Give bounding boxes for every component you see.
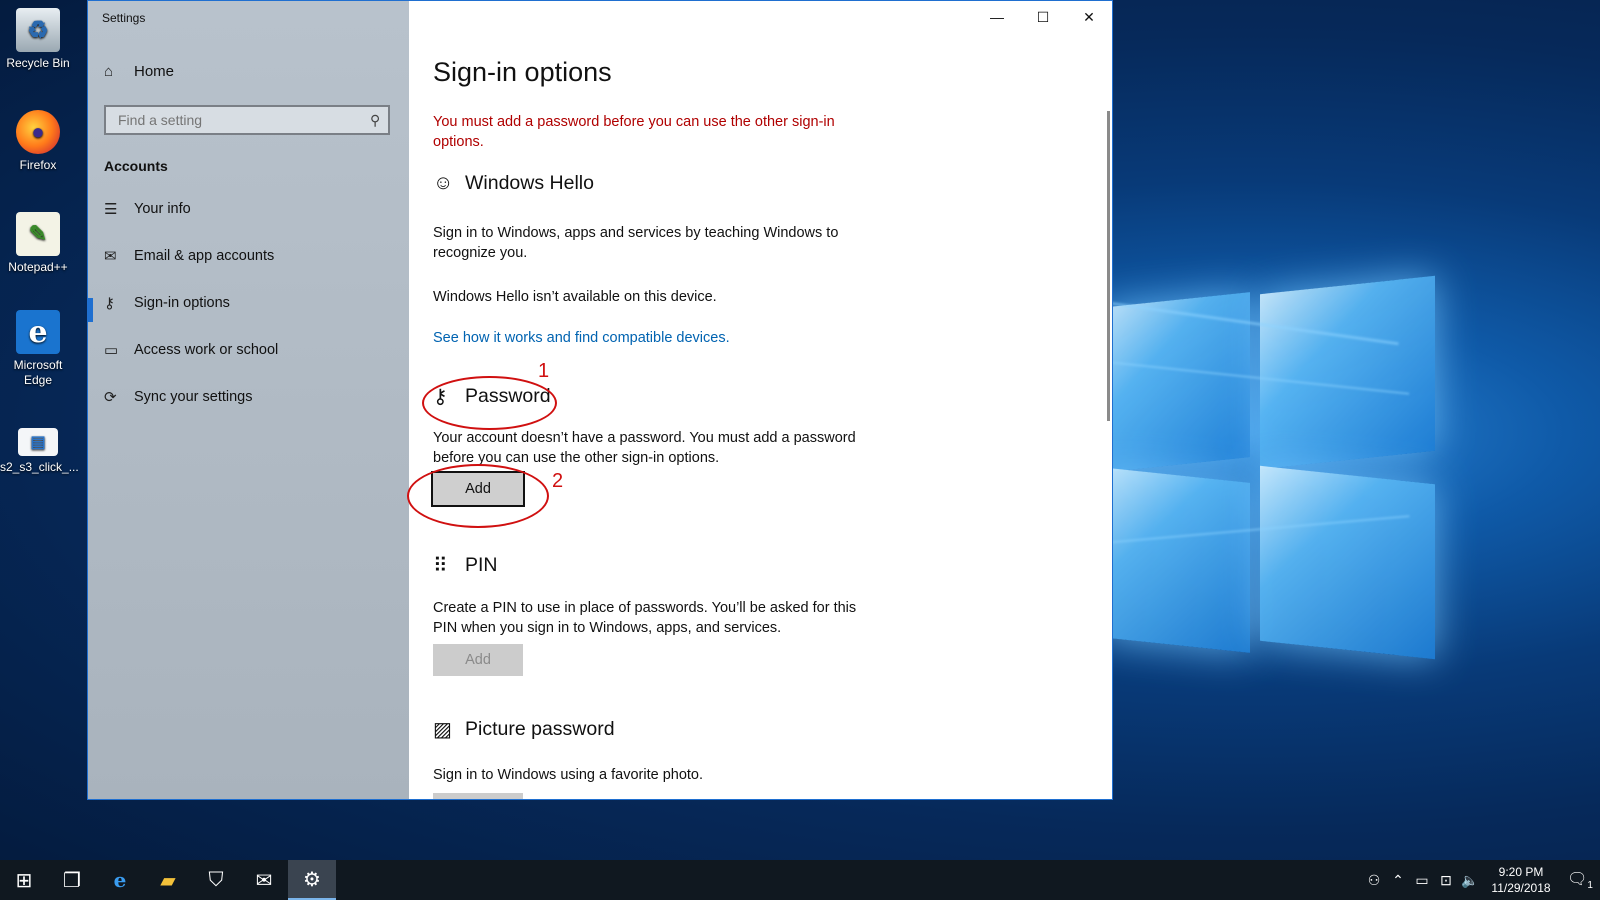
- clock-time: 9:20 PM: [1498, 865, 1544, 879]
- desktop-icon-notepad-plus-plus[interactable]: ✎ Notepad++: [0, 212, 76, 275]
- section-heading-accounts: Accounts: [104, 158, 168, 174]
- start-button[interactable]: ⊞: [0, 860, 48, 900]
- picture-icon: ▨: [433, 719, 452, 741]
- edge-icon: e: [113, 868, 127, 892]
- heading-label: Windows Hello: [465, 172, 594, 194]
- scrollbar[interactable]: [1107, 111, 1110, 421]
- notification-icon: 🗨: [1567, 870, 1588, 888]
- chevron-up-icon[interactable]: ⌃: [1386, 872, 1410, 889]
- file-shortcut-icon: ▤: [18, 428, 58, 456]
- add-pin-button[interactable]: Add: [433, 644, 523, 676]
- picture-password-heading: ▨ Picture password: [433, 717, 615, 742]
- taskbar-edge[interactable]: e: [96, 860, 144, 900]
- taskbar-settings[interactable]: ⚙: [288, 860, 336, 900]
- mail-icon: ✉: [104, 248, 117, 265]
- desktop-icon-label: Firefox: [19, 158, 57, 172]
- windows-start-icon: ⊞: [15, 869, 33, 892]
- annotation-number-2: 2: [552, 470, 564, 492]
- sidebar: Settings ⌂ Home ⚲ Accounts ☰ Your info ✉…: [88, 1, 409, 799]
- notification-count: 1: [1587, 880, 1593, 892]
- search-icon[interactable]: ⚲: [370, 112, 380, 129]
- battery-icon[interactable]: ▭: [1410, 872, 1434, 889]
- password-warning: You must add a password before you can u…: [433, 114, 835, 150]
- sidebar-item-sign-in-options[interactable]: ⚷ Sign-in options: [104, 291, 230, 315]
- settings-window: Settings ⌂ Home ⚲ Accounts ☰ Your info ✉…: [87, 0, 1113, 800]
- desktop-icon-label: Recycle Bin: [6, 56, 70, 70]
- pin-description: Create a PIN to use in place of password…: [433, 600, 857, 636]
- page-title: Sign-in options: [433, 57, 612, 87]
- clock[interactable]: 9:20 PM 11/29/2018: [1482, 864, 1560, 896]
- picture-password-button-partial[interactable]: [433, 793, 523, 799]
- window-title: Settings: [102, 11, 146, 25]
- search-input[interactable]: [116, 111, 350, 129]
- heading-label: PIN: [465, 554, 498, 576]
- sidebar-item-label: Sign-in options: [134, 295, 230, 311]
- desktop-icon-shortcut[interactable]: ▤ s2_s3_click_...: [0, 428, 79, 475]
- gear-icon: ⚙: [303, 868, 321, 891]
- taskbar: ⊞ ❐ e ▰ ⛉ ✉ ⚙ ⚇ ⌃ ▭ ⊡ 🔈 9:20 PM 11/29/20…: [0, 860, 1600, 900]
- sidebar-item-label: Your info: [134, 201, 191, 217]
- windows-hello-description: Sign in to Windows, apps and services by…: [433, 225, 839, 261]
- recycle-bin-icon: ♻: [16, 8, 60, 52]
- annotation-circle-password: [422, 376, 557, 430]
- network-icon[interactable]: ⊡: [1434, 872, 1458, 889]
- windows-hello-heading: ☺ Windows Hello: [433, 172, 594, 195]
- desktop-icon-label: Notepad++: [8, 260, 68, 274]
- picture-password-description: Sign in to Windows using a favorite phot…: [433, 767, 704, 783]
- sidebar-item-label: Access work or school: [134, 342, 279, 358]
- sidebar-item-label: Sync your settings: [134, 389, 253, 405]
- windows-hello-unavailable: Windows Hello isn’t available on this de…: [433, 289, 717, 305]
- person-card-icon: ☰: [104, 201, 118, 218]
- briefcase-icon: ▭: [104, 342, 119, 359]
- notepad-plus-plus-icon: ✎: [16, 212, 60, 256]
- keypad-icon: ⠿: [433, 555, 448, 577]
- smiley-face-icon: ☺: [433, 172, 454, 194]
- search-box[interactable]: ⚲: [104, 105, 390, 135]
- sidebar-item-access-work[interactable]: ▭ Access work or school: [104, 338, 278, 362]
- taskbar-file-explorer[interactable]: ▰: [144, 860, 192, 900]
- task-view-button[interactable]: ❐: [48, 860, 96, 900]
- nav-home-label: Home: [134, 63, 175, 80]
- system-tray: ⚇ ⌃ ▭ ⊡ 🔈 9:20 PM 11/29/2018 🗨1: [1362, 860, 1600, 900]
- sidebar-item-label: Email & app accounts: [134, 248, 275, 264]
- password-description: Your account doesn’t have a password. Yo…: [433, 430, 856, 466]
- action-center-button[interactable]: 🗨1: [1560, 869, 1600, 891]
- pin-heading: ⠿ PIN: [433, 553, 498, 578]
- home-icon: ⌂: [104, 63, 114, 80]
- people-icon[interactable]: ⚇: [1362, 872, 1386, 889]
- active-indicator: [88, 298, 93, 322]
- sidebar-item-your-info[interactable]: ☰ Your info: [104, 197, 191, 221]
- mail-icon: ✉: [255, 869, 273, 892]
- heading-label: Picture password: [465, 718, 615, 740]
- clock-date: 11/29/2018: [1491, 881, 1551, 895]
- desktop-icon-edge[interactable]: e Microsoft Edge: [0, 310, 76, 388]
- volume-icon[interactable]: 🔈: [1458, 872, 1482, 889]
- nav-home[interactable]: ⌂ Home: [104, 63, 174, 80]
- taskbar-mail[interactable]: ✉: [240, 860, 288, 900]
- folder-icon: ▰: [160, 869, 176, 892]
- sidebar-item-sync-settings[interactable]: ⟳ Sync your settings: [104, 385, 252, 409]
- edge-icon: e: [16, 310, 60, 354]
- sync-icon: ⟳: [104, 389, 117, 406]
- store-bag-icon: ⛉: [208, 868, 224, 891]
- desktop-icon-recycle-bin[interactable]: ♻ Recycle Bin: [0, 8, 76, 71]
- desktop-icon-label: Microsoft Edge: [13, 358, 63, 387]
- annotation-circle-add: [407, 464, 549, 528]
- annotation-number-1: 1: [538, 360, 550, 382]
- desktop-icon-label: s2_s3_click_...: [0, 460, 79, 474]
- firefox-icon: ●: [16, 110, 60, 154]
- key-icon: ⚷: [104, 295, 115, 312]
- taskbar-store[interactable]: ⛉: [192, 860, 240, 900]
- task-view-icon: ❐: [63, 869, 81, 892]
- compatible-devices-link[interactable]: See how it works and find compatible dev…: [433, 330, 730, 346]
- desktop-icon-firefox[interactable]: ● Firefox: [0, 110, 76, 173]
- windows-logo-wallpaper: [1070, 275, 1435, 670]
- sidebar-item-email-accounts[interactable]: ✉ Email & app accounts: [104, 244, 274, 268]
